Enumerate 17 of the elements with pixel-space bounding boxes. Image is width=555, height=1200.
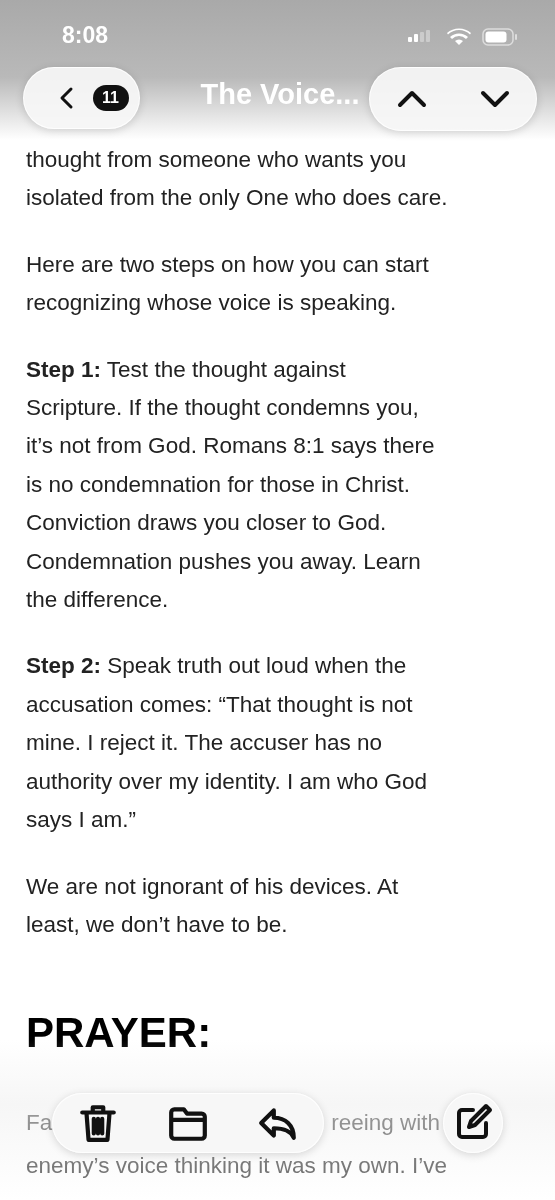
unread-count-badge: 11	[92, 85, 129, 111]
paragraph-fragment: reeing with	[331, 1109, 440, 1138]
paragraph: Step 1: Test the thought against Scripture. If the thought condemns you, it’s not from God. Romans 8:1 says there is no condemnation for those in Christ. Conviction draws you closer to God. Condemnation pushes you away. Learn the difference.	[26, 355, 436, 615]
paragraph-fragment: Fa	[26, 1109, 53, 1138]
paragraph-fragment: enemy’s voice thinking it was my own. I’ve	[26, 1151, 448, 1180]
battery-icon	[482, 28, 518, 46]
paragraph: Step 2: Speak truth out loud when the accusation comes: “That thought is not mine. I reject it. The accuser has no authority over my identity. I am who God says I am.”	[26, 652, 428, 835]
paragraph: Here are two steps on how you can start recognizing whose voice is speaking.	[26, 250, 430, 318]
paragraph: We are not ignorant of his devices. At least, we don’t have to be.	[26, 872, 400, 939]
back-button[interactable]: 11	[23, 67, 140, 129]
section-heading: PRAYER:	[26, 1008, 213, 1059]
wifi-icon	[447, 27, 471, 45]
paragraph: thought from someone who wants you isolated from the only One who does care.	[26, 146, 449, 213]
compose-button[interactable]	[443, 1093, 503, 1153]
message-title: The Voice...	[199, 78, 361, 111]
signal-icon	[408, 30, 430, 42]
status-time: 8:08	[62, 22, 109, 49]
